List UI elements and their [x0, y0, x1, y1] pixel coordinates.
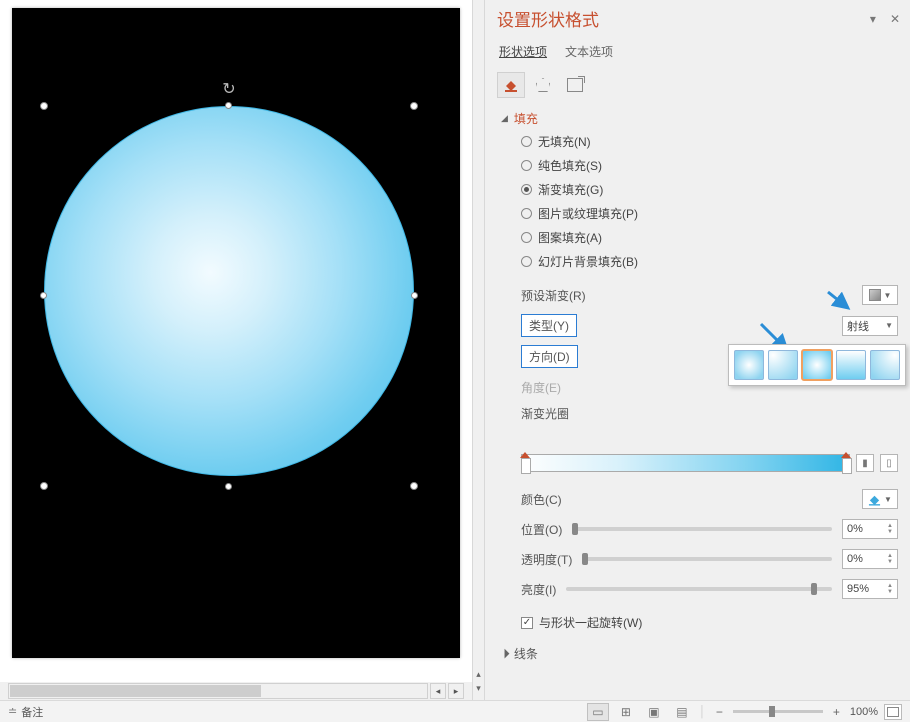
panel-close-icon[interactable]: ✕ — [890, 12, 900, 26]
fill-section-header[interactable]: ◢ 填充 — [501, 110, 900, 127]
prev-slide-icon[interactable]: ▴ — [476, 669, 481, 680]
resize-handle-br[interactable] — [410, 482, 418, 490]
radio-gradient-fill[interactable]: 渐变填充(G) — [521, 181, 898, 198]
direction-option-3[interactable] — [802, 350, 832, 380]
transparency-label: 透明度(T) — [521, 551, 572, 568]
remove-stop-button[interactable]: ▯ — [880, 454, 898, 472]
position-spinner[interactable]: 0%▲▼ — [842, 519, 898, 539]
gradient-direction-label: 方向(D) — [521, 345, 578, 368]
scroll-right-button[interactable]: ▸ — [448, 683, 464, 699]
view-slideshow-icon[interactable]: ▤ — [671, 703, 693, 721]
gradient-stop-2[interactable] — [841, 452, 851, 474]
direction-option-5[interactable] — [870, 350, 900, 380]
selected-shape-bbox[interactable]: ↻ — [44, 106, 414, 486]
gradient-stop-1[interactable] — [520, 452, 530, 474]
rotate-with-shape-checkbox[interactable]: ✓ 与形状一起旋转(W) — [521, 614, 898, 631]
view-reading-icon[interactable]: ▣ — [643, 703, 665, 721]
tab-text-options[interactable]: 文本选项 — [565, 43, 613, 60]
add-stop-button[interactable]: ▮ — [856, 454, 874, 472]
resize-handle-tm[interactable] — [225, 102, 232, 109]
resize-handle-bm[interactable] — [225, 483, 232, 490]
preset-gradient-dropdown[interactable]: ▼ — [862, 285, 898, 305]
rotate-handle[interactable]: ↻ — [222, 79, 235, 99]
stop-color-label: 颜色(C) — [521, 491, 562, 508]
transparency-slider[interactable] — [582, 557, 832, 561]
fit-to-window-button[interactable] — [884, 704, 902, 720]
resize-handle-tr[interactable] — [410, 102, 418, 110]
brightness-label: 亮度(I) — [521, 581, 556, 598]
stop-color-dropdown[interactable]: ▼ — [862, 489, 898, 509]
gradient-stops-label: 渐变光圈 — [521, 405, 569, 422]
radio-pattern-fill[interactable]: 图案填充(A) — [521, 229, 898, 246]
notes-icon[interactable]: ≐ — [8, 705, 17, 718]
effects-tab-icon[interactable] — [529, 72, 557, 98]
rotate-with-shape-label: 与形状一起旋转(W) — [539, 614, 642, 631]
zoom-slider[interactable] — [733, 710, 823, 713]
brightness-slider[interactable] — [566, 587, 832, 591]
oval-shape[interactable] — [44, 106, 414, 476]
line-section-label: 线条 — [514, 645, 538, 662]
fill-line-tab-icon[interactable] — [497, 72, 525, 98]
line-section-header[interactable]: ◢ 线条 — [501, 645, 900, 662]
expand-icon: ◢ — [498, 647, 511, 660]
zoom-level[interactable]: 100% — [850, 706, 878, 718]
vertical-gutter: ▴ ▾ — [472, 0, 484, 700]
gradient-type-dropdown[interactable]: 射线▼ — [842, 316, 898, 336]
panel-title: 设置形状格式 — [497, 6, 599, 31]
direction-option-1[interactable] — [734, 350, 764, 380]
preset-gradient-label: 预设渐变(R) — [521, 287, 586, 304]
gradient-type-label: 类型(Y) — [521, 314, 577, 337]
resize-handle-tl[interactable] — [40, 102, 48, 110]
zoom-out-button[interactable]: − — [712, 705, 727, 719]
radio-no-fill[interactable]: 无填充(N) — [521, 133, 898, 150]
fill-section-label: 填充 — [514, 110, 538, 127]
scroll-left-button[interactable]: ◂ — [430, 683, 446, 699]
position-slider[interactable] — [572, 527, 832, 531]
notes-button[interactable]: 备注 — [21, 704, 43, 720]
radio-slidebg-fill[interactable]: 幻灯片背景填充(B) — [521, 253, 898, 270]
resize-handle-bl[interactable] — [40, 482, 48, 490]
zoom-in-button[interactable]: + — [829, 705, 844, 719]
slide-canvas-area: ↻ ◂ ▸ — [0, 0, 472, 700]
radio-picture-fill[interactable]: 图片或纹理填充(P) — [521, 205, 898, 222]
next-slide-icon[interactable]: ▾ — [476, 683, 481, 694]
radio-solid-fill[interactable]: 纯色填充(S) — [521, 157, 898, 174]
view-sorter-icon[interactable]: ⊞ — [615, 703, 637, 721]
resize-handle-ml[interactable] — [40, 292, 47, 299]
tab-shape-options[interactable]: 形状选项 — [499, 43, 547, 60]
gradient-angle-label: 角度(E) — [521, 379, 561, 396]
panel-menu-icon[interactable]: ▾ — [870, 12, 876, 26]
brightness-spinner[interactable]: 95%▲▼ — [842, 579, 898, 599]
format-shape-panel: 设置形状格式 ▾ ✕ 形状选项 文本选项 ◢ 填充 — [484, 0, 910, 700]
horizontal-scrollbar[interactable] — [8, 683, 428, 699]
transparency-spinner[interactable]: 0%▲▼ — [842, 549, 898, 569]
gradient-stops-bar[interactable] — [521, 454, 850, 472]
collapse-icon: ◢ — [501, 113, 508, 124]
resize-handle-mr[interactable] — [411, 292, 418, 299]
direction-option-2[interactable] — [768, 350, 798, 380]
size-tab-icon[interactable] — [561, 72, 589, 98]
slide[interactable]: ↻ — [12, 8, 460, 658]
direction-option-4[interactable] — [836, 350, 866, 380]
stop-position-label: 位置(O) — [521, 521, 562, 538]
view-normal-icon[interactable]: ▭ — [587, 703, 609, 721]
gradient-direction-popup — [728, 344, 906, 386]
status-bar: ≐ 备注 ▭ ⊞ ▣ ▤ │ − + 100% — [0, 700, 910, 722]
